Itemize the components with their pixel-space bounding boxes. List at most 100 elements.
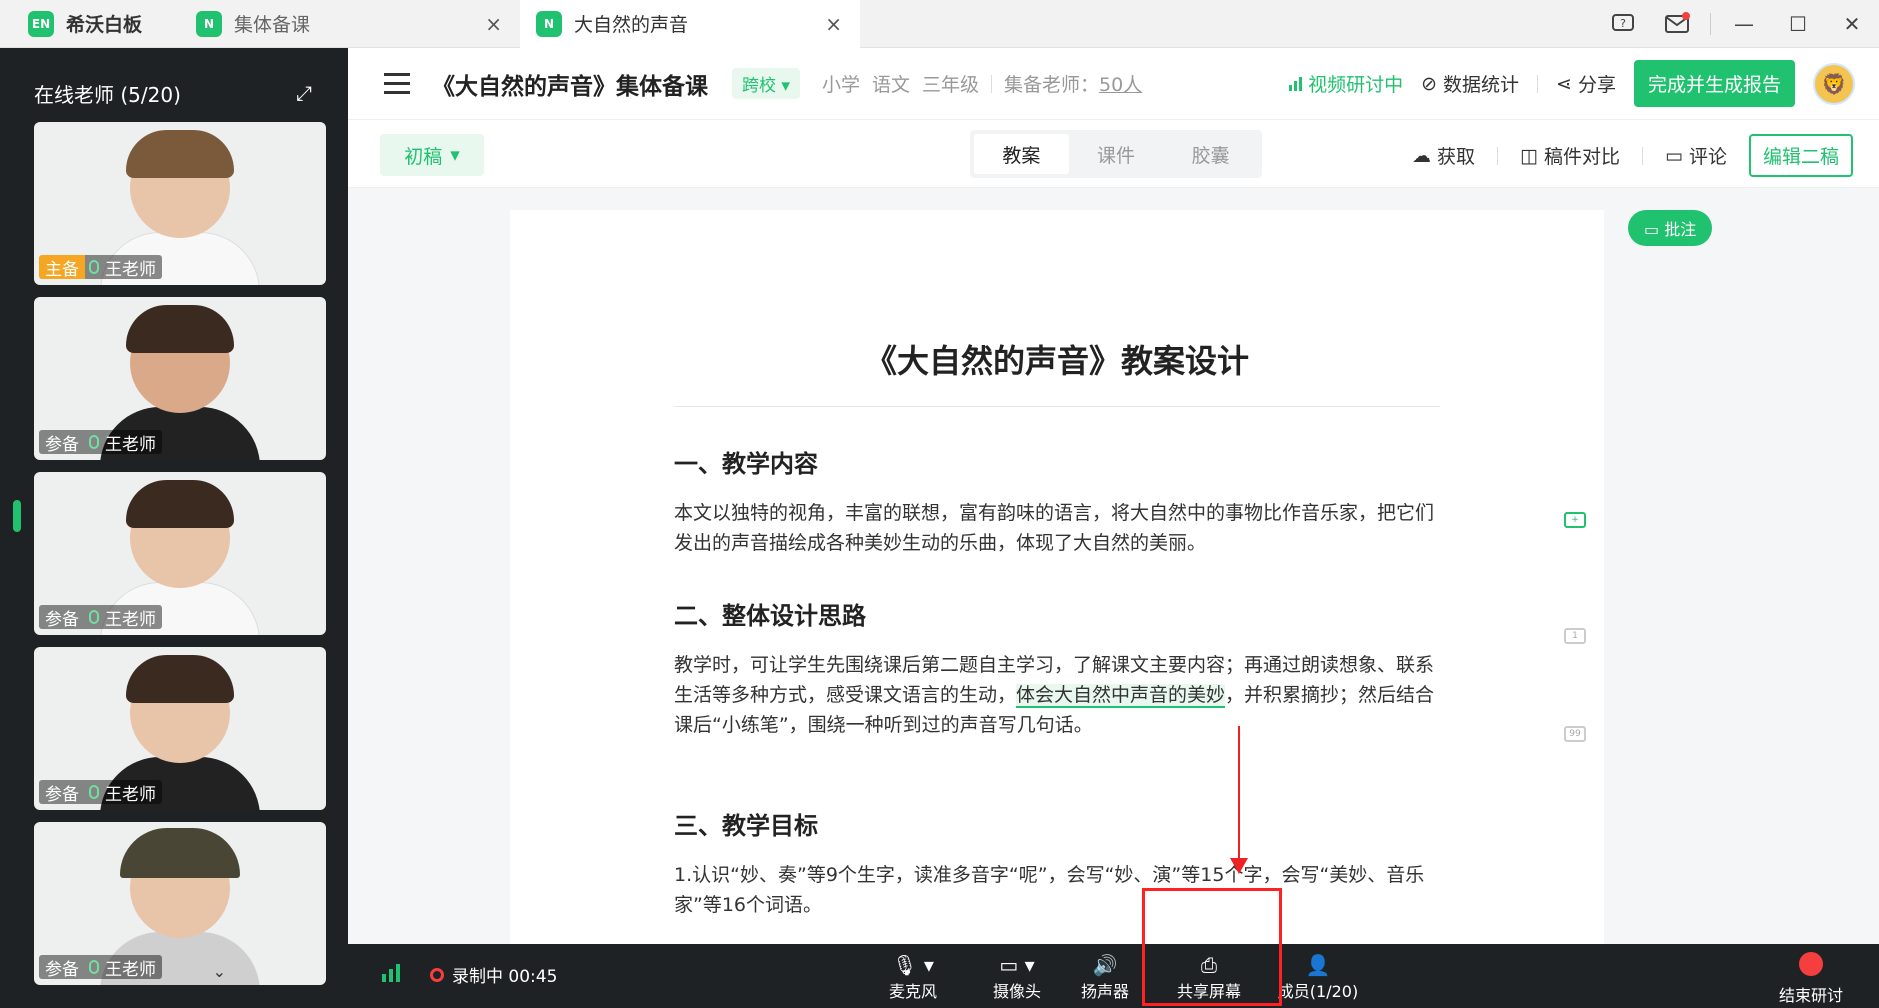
teacher-name: 王老师 [105,609,156,630]
data-stats-button[interactable]: ⊘ 数据统计 [1421,70,1519,97]
page-header: 《大自然的声音》集体备课 跨校 ▾ 小学 语文 三年级 集备老师：50人 视频研… [348,48,1879,120]
document-page: 《大自然的声音》教案设计 一、教学内容 本文以独特的视角，丰富的联想，富有韵味的… [510,210,1604,944]
help-icon[interactable]: ? [1596,0,1650,48]
document-area: 《大自然的声音》教案设计 一、教学内容 本文以独特的视角，丰富的联想，富有韵味的… [348,188,1879,944]
draft-dropdown[interactable]: 初稿 ▾ [380,134,484,176]
fetch-button[interactable]: ☁ 获取 [1412,142,1475,169]
section-paragraph: 1.认识“妙、奏”等9个生字，读准多音字“呢”，会写“妙、演”等15个字，会写“… [674,864,1425,916]
edit-second-draft-button[interactable]: 编辑二稿 [1748,134,1853,177]
doc-toolbar: 初稿 ▾ 教案 课件 胶囊 ☁ 获取 ◫ 稿件对比 ▭ 评论 编辑二稿 [348,120,1879,188]
teacher-name: 王老师 [105,259,156,280]
recording-label: 录制中 00:45 [452,967,558,987]
highlighted-text[interactable]: 体会大自然中声音的美妙 [1016,684,1226,708]
teachers-count-link[interactable]: 50人 [1099,74,1142,96]
video-discussion-button[interactable]: 视频研讨中 [1289,70,1403,97]
annotate-label: 批注 [1664,220,1697,239]
stats-label: 数据统计 [1443,74,1520,96]
tab-lesson-plan[interactable]: 教案 [974,134,1069,174]
section-heading: 二、整体设计思路 [674,602,866,630]
divider [1497,146,1499,165]
expand-icon[interactable]: ⤢ [296,81,312,105]
annotate-button[interactable]: ▭ 批注 [1628,210,1713,246]
mail-icon[interactable] [1650,0,1704,48]
teacher-video-tile[interactable]: 参备 王老师 [34,472,326,635]
share-icon: ⋖ [1556,72,1572,95]
add-comment-icon[interactable]: + [1564,512,1586,528]
document-title: 《大自然的声音》教案设计 [864,342,1249,380]
tab-collective[interactable]: N 集体备课 × [180,0,520,48]
comment-icon: ▭ [1665,144,1683,167]
user-avatar[interactable]: 🦁 [1813,62,1855,105]
video-label: 视频研讨中 [1308,74,1404,96]
role-badge: 主备 [39,255,85,279]
members-button[interactable]: 👤 成员(1/20) [1268,952,1368,1002]
mic-label: 麦克风 [888,982,937,1001]
grade: 三年级 [921,74,979,96]
video-hat [120,828,240,878]
camera-button[interactable]: ▭ ▾ 摄像头 [972,952,1062,1002]
section-heading: 三、教学目标 [674,812,818,840]
annotation-arrow [1238,726,1240,864]
tab-lesson[interactable]: N 大自然的声音 × [520,0,860,48]
teacher-video-tile[interactable]: 参备 王老师 [34,297,326,460]
teacher-video-tile[interactable]: 主备 王老师 [34,122,326,285]
annotation-highlight-box [1142,888,1282,1006]
speaker-icon: 🔊 [1092,953,1118,977]
close-tab-icon[interactable]: × [485,12,502,36]
cross-school-dropdown[interactable]: 跨校 ▾ [732,68,800,99]
minimize-icon[interactable]: — [1717,0,1771,48]
cloud-icon: ☁ [1412,144,1432,167]
members-label: 成员(1/20) [1277,982,1359,1001]
menu-icon[interactable] [384,73,410,94]
video-hair [126,480,234,528]
close-tab-icon[interactable]: × [825,12,842,36]
comment-count-icon[interactable]: 99 [1564,726,1586,742]
tab-label: 集体备课 [234,14,311,36]
comment-button[interactable]: ▭ 评论 [1665,142,1727,169]
online-teachers-title: 在线老师 (5/20) [34,82,181,107]
close-window-icon[interactable]: ✕ [1825,0,1879,48]
window-controls: ? — ☐ ✕ [1596,0,1879,48]
note-logo-icon: N [196,10,222,37]
mic-icon [89,435,99,449]
divider [1642,146,1644,165]
tab-capsule[interactable]: 胶囊 [1163,134,1258,174]
share-button[interactable]: ⋖ 分享 [1556,70,1616,97]
fetch-label: 获取 [1437,146,1476,168]
teacher-name: 王老师 [105,434,156,455]
caret-down-icon: ▾ [450,144,460,166]
app-name: 希沃白板 [66,14,143,36]
mic-icon [89,260,99,274]
speaker-label: 扬声器 [1080,982,1129,1001]
teachers-label: 集备老师： [1003,74,1099,96]
tab-courseware[interactable]: 课件 [1069,134,1164,174]
comment-count-icon[interactable]: 1 [1564,628,1586,644]
draft-label: 初稿 [404,145,443,168]
speaker-button[interactable]: 🔊 扬声器 [1060,952,1150,1002]
content-tabs: 教案 课件 胶囊 [970,130,1262,178]
sidebar-scrollbar[interactable] [13,500,21,532]
video-hair [126,305,234,353]
microphone-button[interactable]: 🎙 ▾ 麦克风 [868,952,958,1002]
annotation-arrow-head [1230,858,1248,874]
svg-text:?: ? [1620,17,1626,30]
finish-report-button[interactable]: 完成并生成报告 [1633,60,1795,107]
chevron-down-icon[interactable]: ⌄ [213,962,226,981]
app-brand: EN 希沃白板 [0,0,180,48]
signal-bars-icon [1289,76,1303,91]
compare-label: 稿件对比 [1544,146,1621,168]
cross-school-label: 跨校 [742,76,776,96]
camera-icon: ▭ ▾ [999,953,1035,977]
page-title: 《大自然的声音》集体备课 [432,73,708,100]
teacher-video-tile[interactable]: 参备 王老师 [34,647,326,810]
end-discussion-button[interactable]: 结束研讨 [1779,952,1843,1006]
section-paragraph: 教学时，可让学生先围绕课后第二题自主学习，了解课文主要内容；再通过朗读想象、联系… [674,650,1440,740]
seewo-logo-icon: EN [28,10,54,37]
stats-icon: ⊘ [1421,72,1438,95]
tab-label: 大自然的声音 [574,14,689,36]
teacher-video-tile[interactable]: 参备 王老师 ⌄ [34,822,326,985]
divider [1710,12,1711,35]
comment-label: 评论 [1688,146,1727,168]
maximize-icon[interactable]: ☐ [1771,0,1825,48]
compare-button[interactable]: ◫ 稿件对比 [1520,142,1620,169]
